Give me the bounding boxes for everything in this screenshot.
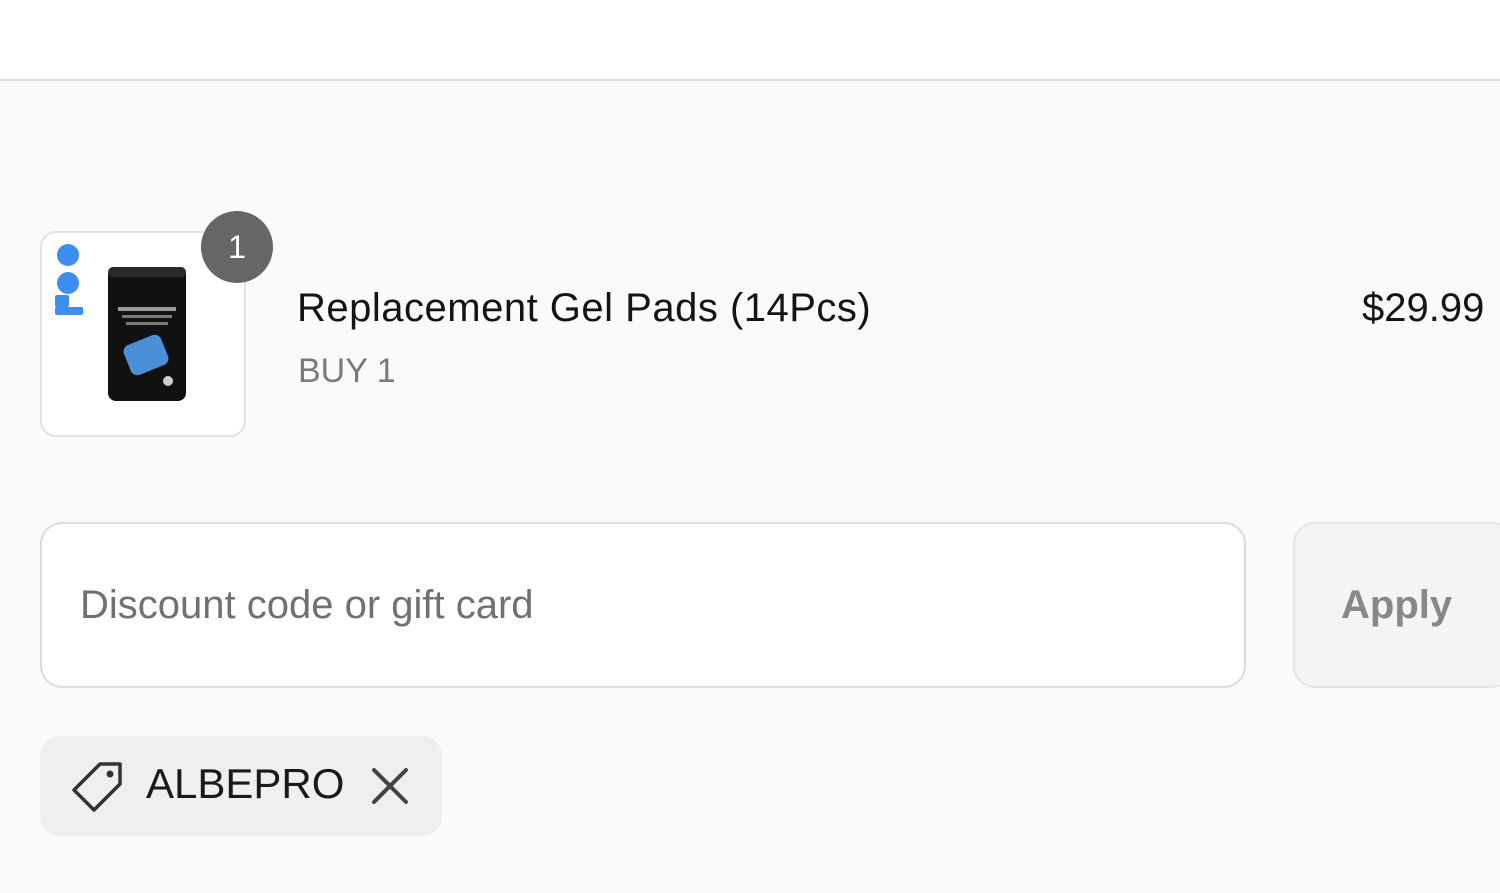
apply-discount-button[interactable]: Apply [1293, 522, 1500, 688]
quantity-badge: 1 [201, 211, 273, 283]
order-summary: 1 Replacement Gel Pads (14Pcs) BUY 1 $29… [0, 81, 1500, 893]
header-bar [0, 0, 1500, 81]
product-price: $29.99 [1362, 286, 1485, 330]
applied-discount-chip: ALBEPRO [40, 736, 442, 836]
tag-icon [72, 762, 122, 812]
close-icon[interactable] [366, 762, 414, 810]
cart-line-item: 1 Replacement Gel Pads (14Pcs) BUY 1 $29… [40, 211, 1500, 441]
applied-code-label: ALBEPRO [146, 760, 345, 807]
product-name: Replacement Gel Pads (14Pcs) [297, 286, 872, 330]
product-variant: BUY 1 [298, 352, 396, 390]
discount-code-input[interactable] [40, 522, 1246, 688]
